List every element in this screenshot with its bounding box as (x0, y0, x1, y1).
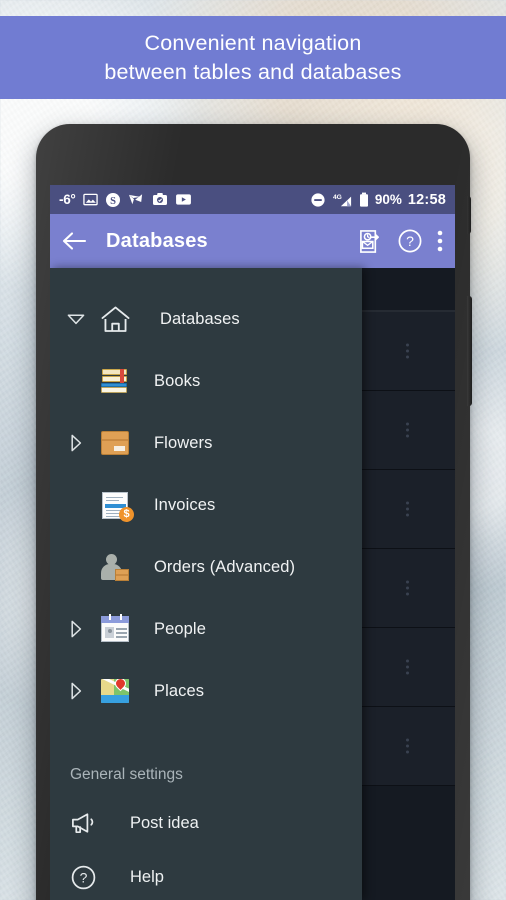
tree-item-places[interactable]: Places (50, 660, 362, 722)
tree-item-label: Flowers (154, 433, 213, 452)
chevron-down-icon[interactable] (60, 288, 92, 350)
export-icon[interactable] (358, 229, 383, 254)
share-icon (128, 192, 145, 207)
volume-button (467, 196, 471, 234)
tree-item-label: People (154, 619, 206, 638)
skype-icon: S (105, 192, 121, 208)
power-button (467, 296, 472, 406)
row-overflow-icon[interactable] (406, 659, 409, 675)
twisty-placeholder (60, 350, 92, 412)
app-bar-actions: ? (358, 228, 443, 254)
signal-icon: 4G (332, 192, 353, 208)
home-icon (92, 288, 138, 350)
tree-item-label: Invoices (154, 495, 216, 514)
camera-icon (152, 192, 168, 207)
orders-icon (92, 536, 138, 598)
back-arrow-icon[interactable] (62, 230, 88, 252)
status-bar-right: 4G 90% 12:58 (310, 192, 446, 208)
overflow-menu-icon[interactable] (437, 229, 443, 253)
tree-item-label: Places (154, 681, 205, 700)
promo-banner: Convenient navigation between tables and… (0, 16, 506, 99)
promo-banner-line-2: between tables and databases (104, 59, 402, 84)
temperature-indicator: -6° (59, 192, 76, 207)
svg-text:4G: 4G (333, 194, 342, 201)
box-icon (92, 412, 138, 474)
books-icon (92, 350, 138, 412)
map-pin-icon (92, 660, 138, 722)
mute-icon (310, 192, 326, 208)
navigation-drawer: Databases Books Flowers $ Invoices Order… (50, 268, 362, 900)
svg-text:S: S (110, 196, 116, 207)
battery-percent: 90% (374, 192, 402, 207)
tree-item-orders-advanced[interactable]: Orders (Advanced) (50, 536, 362, 598)
row-overflow-icon[interactable] (406, 422, 409, 438)
status-bar: -6° S 4G 90% 12:58 (50, 185, 455, 214)
general-settings-section: General settings Post idea ? Help (50, 736, 362, 900)
help-icon[interactable]: ? (397, 228, 423, 254)
twisty-placeholder (60, 536, 92, 598)
tree-item-flowers[interactable]: Flowers (50, 412, 362, 474)
tree-item-people[interactable]: People (50, 598, 362, 660)
tree-item-invoices[interactable]: $ Invoices (50, 474, 362, 536)
row-overflow-icon[interactable] (406, 738, 409, 754)
settings-item-label: Help (130, 867, 164, 886)
megaphone-icon (70, 811, 114, 835)
app-bar: Databases ? (50, 214, 455, 268)
settings-item-post-idea[interactable]: Post idea (50, 796, 362, 850)
page-title: Databases (106, 229, 208, 252)
svg-text:?: ? (406, 233, 414, 249)
clock: 12:58 (407, 191, 446, 208)
chevron-right-icon[interactable] (60, 598, 92, 660)
twisty-placeholder (60, 474, 92, 536)
battery-icon (359, 192, 369, 208)
status-bar-left: -6° S (59, 192, 192, 208)
gallery-icon (82, 192, 98, 207)
general-settings-title: General settings (70, 766, 183, 783)
row-overflow-icon[interactable] (406, 343, 409, 359)
id-card-icon (92, 598, 138, 660)
row-overflow-icon[interactable] (406, 580, 409, 596)
tree-item-label: Databases (160, 309, 240, 328)
chevron-right-icon[interactable] (60, 660, 92, 722)
svg-text:?: ? (80, 869, 88, 885)
youtube-icon (175, 193, 192, 206)
promo-banner-line-1: Convenient navigation (144, 30, 362, 55)
phone-screen: -6° S 4G 90% 12:58 Databases ? Databases… (50, 185, 455, 900)
settings-item-help[interactable]: ? Help (50, 850, 362, 900)
row-overflow-icon[interactable] (406, 501, 409, 517)
chevron-right-icon[interactable] (60, 412, 92, 474)
help-circle-icon: ? (70, 864, 114, 891)
tree-item-books[interactable]: Books (50, 350, 362, 412)
tree-item-label: Books (154, 371, 201, 390)
database-tree: Databases Books Flowers $ Invoices Order… (50, 268, 362, 722)
tree-item-databases[interactable]: Databases (50, 288, 362, 350)
tree-item-label: Orders (Advanced) (154, 557, 296, 576)
settings-item-label: Post idea (130, 813, 199, 832)
invoice-icon: $ (92, 474, 138, 536)
